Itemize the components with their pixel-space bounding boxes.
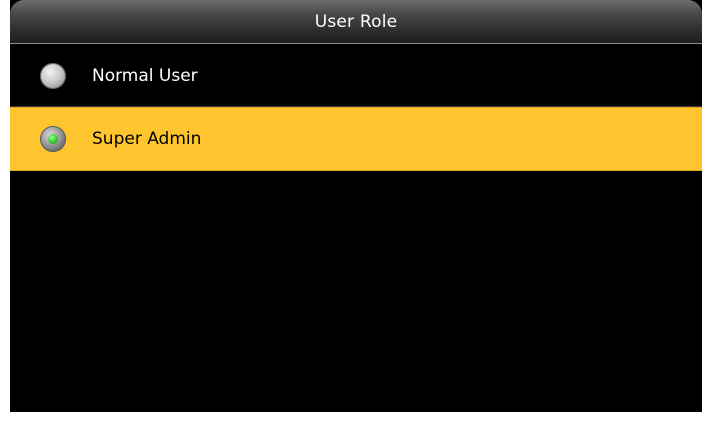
radio-unchecked-icon[interactable] [40, 62, 66, 89]
device-screen: User Role Normal User Super Admin [10, 0, 702, 412]
radio-checked-icon[interactable] [40, 126, 66, 152]
option-super-admin[interactable]: Super Admin [10, 107, 702, 171]
option-label: Normal User [92, 65, 198, 86]
option-normal-user[interactable]: Normal User [10, 45, 702, 107]
radio-dot [48, 134, 58, 144]
option-label: Super Admin [92, 129, 202, 149]
role-list: Normal User Super Admin [10, 45, 702, 171]
title-bar: User Role [10, 0, 702, 44]
page-title: User Role [314, 12, 398, 32]
